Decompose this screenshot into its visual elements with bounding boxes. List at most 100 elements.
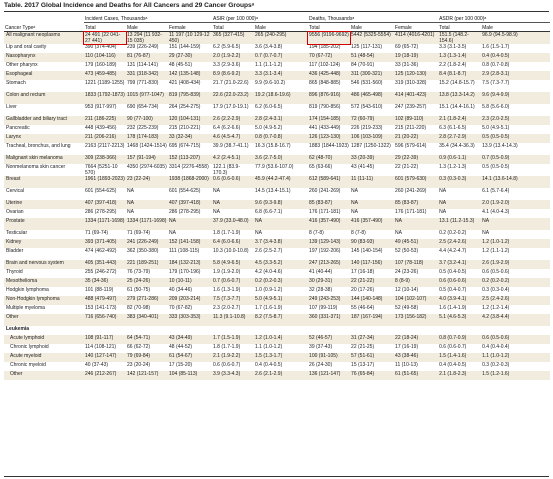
value-cell: 17 (15-20) (169, 362, 193, 368)
value-cell: NA (438, 200, 482, 209)
value-cell: 0.6 (0.6-0.7) (439, 344, 467, 350)
value-cell: 152 (113-207) (168, 155, 213, 164)
value-cell: 101 (88-119) (85, 287, 114, 293)
value-cell: 1.1 (1.0-1.2) (481, 353, 525, 362)
value-cell: 0.2 (0.2-0.2) (481, 278, 525, 287)
value-cell: 7.5 (7.3-7.7) (212, 296, 255, 305)
value-cell: 8.9 (8.6-9.2) (212, 71, 255, 80)
value-cell: 0.2 (0.2-0.3) (254, 278, 297, 287)
cancer-type-cell: Non-Hodgkin lymphoma (4, 296, 84, 305)
value-cell: 1.7 (1.6-1.9) (255, 305, 283, 311)
value-cell (296, 371, 309, 380)
value-cell: NA (394, 218, 439, 230)
end-rule (4, 476, 549, 477)
value-cell: 41 (40-44) (309, 269, 333, 275)
value-cell (308, 326, 350, 335)
value-cell: 131 (114-141) (127, 62, 159, 68)
value-cell: 1833 (1792-1873) (84, 92, 126, 104)
value-cell (481, 326, 524, 335)
value-cell: 70 (67-82) (169, 305, 193, 311)
value-cell: 40 (34-46) (169, 287, 193, 293)
value-cell: 5.1 (4.6-5.3) (438, 314, 482, 326)
value-cell: 10 (10-11) (168, 278, 213, 287)
asdr-group-header: ASDR (per 100 000)ᵃ (438, 13, 551, 23)
value-cell: 22.6 (22.0-23.2) (212, 92, 255, 104)
value-cell: NA (255, 230, 262, 236)
value-cell: 0.3 (0.2-0.3) (482, 362, 510, 368)
value-cell: 125 (117-131) (351, 44, 383, 50)
value-cell: 1.3 (1.2-1.3) (439, 164, 467, 170)
cancer-table: Incident Cases, Thousandsᵃ ASIR (per 100… (4, 13, 551, 380)
value-cell: 142 (135-148) (168, 71, 213, 80)
value-cell (168, 326, 212, 335)
highlighted-total-cell: 9556 (9196-9692) (307, 30, 352, 45)
value-cell: 32 (28-38) (309, 287, 333, 293)
value-cell: 405 (351-443) (84, 260, 126, 269)
value-cell: 22 (18-24) (394, 335, 439, 344)
value-cell: 309 (238-366) (84, 155, 126, 164)
value-cell: 70 (67-72) (308, 53, 351, 62)
value-cell: 4350 (2974-6035) (127, 164, 167, 170)
value-cell: 61 (51-65) (394, 371, 439, 380)
value-cell: 6.4 (6.0-6.6) (212, 239, 255, 248)
table-row: Tracheal, bronchus, and lung 2163 (2117-2… (4, 143, 550, 155)
value-cell: 52 (50-53) (395, 248, 419, 254)
value-cell: 1.2 (1.0-1.4) (254, 335, 297, 344)
value-cell: 1.5 (1.2-1.6) (481, 371, 525, 380)
value-cell: 690 (654-734) (127, 104, 159, 110)
value-cell: 108 (91-117) (84, 335, 126, 344)
value-cell: 260 (241-269) (395, 188, 427, 194)
value-cell: 2.0 (1.9-2.0) (481, 200, 525, 209)
value-cell (296, 125, 308, 134)
value-cell: 4.2 (2.4-5.1) (212, 155, 255, 164)
value-cell: 15.1 (14.4-16.1) (439, 104, 475, 110)
value-cell: 2.1 (1.9-2.2) (212, 353, 255, 362)
value-cell: 90 (83-93) (350, 239, 395, 248)
value-cell: 0.8 (0.7-0.8) (254, 134, 297, 143)
value-cell: 14.1 (13.6-14.8) (481, 176, 525, 188)
value-cell: 3.7 (3.4-3.8) (254, 239, 297, 248)
value-cell (524, 239, 551, 248)
value-cell: 24 (23-26) (395, 269, 419, 275)
value-cell (524, 248, 550, 260)
value-cell: 5.0 (4.9-5.2) (255, 125, 283, 131)
value-cell: 4.2 (4.0-4.6) (255, 269, 283, 275)
table-row: Other 716 (656-740) 383 (340-401) 333 (303-… (4, 314, 551, 326)
value-cell: NA (169, 230, 176, 236)
value-cell: NA (168, 218, 213, 230)
value-cell: 16.3 (15.8-16.7) (255, 143, 291, 149)
value-cell (524, 143, 550, 155)
value-cell: 13.1 (11.2-15.3) (438, 218, 482, 230)
table-row: Chronic myeloid 40 (37-43) 23 (20-24) 17 (1… (4, 362, 550, 371)
table-row: Lip and oral cavity 390 (374-404) 239 (226… (4, 44, 550, 53)
sub-header-cell: Total (438, 22, 482, 32)
value-cell (524, 53, 551, 62)
value-cell: 107 (78-118) (394, 260, 439, 269)
value-cell: 152 (141-158) (168, 239, 213, 248)
asir-group-header: ASIR (per 100 000)ᵃ (212, 13, 309, 23)
cancer-type-cell: Liver (6, 104, 17, 110)
value-cell: 33 (20-39) (350, 155, 395, 164)
value-cell: 76 (73-79) (127, 269, 151, 275)
sub-header-cell: Male (254, 22, 297, 32)
value-cell: 3.3 (3.1-3.5) (439, 44, 467, 50)
value-cell: 416 (357-490) (308, 218, 351, 230)
value-cell: 174 (154-185) (308, 116, 351, 125)
value-cell: 0.7 (0.5-0.9) (481, 155, 525, 164)
value-cell: 0.6 (0.6-0.7) (213, 362, 241, 368)
value-cell: 71 (69-74) (85, 230, 109, 236)
value-cell: 81 (76-87) (126, 53, 168, 62)
value-cell: 1221 (1189-1255) (85, 80, 125, 86)
value-cell (438, 326, 481, 335)
value-cell: 61 (50-75) (127, 287, 151, 293)
value-cell: 33 (32-34) (168, 134, 213, 143)
value-cell (296, 287, 308, 296)
value-cell: 819 (790-856) (309, 104, 341, 110)
value-cell: 247 (239-257) (395, 104, 427, 110)
table-row: Breast 1961 (1893-2023) 23 (22-24) 1938 (18… (4, 176, 551, 188)
value-cell: 221 (189-251) (126, 260, 168, 269)
value-cell: 486 (465-498) (350, 92, 395, 104)
value-cell: 601 (579-630) (394, 176, 439, 188)
value-cell: 30 (29-31) (308, 278, 351, 287)
value-cell: 29 (22-39) (394, 155, 439, 164)
